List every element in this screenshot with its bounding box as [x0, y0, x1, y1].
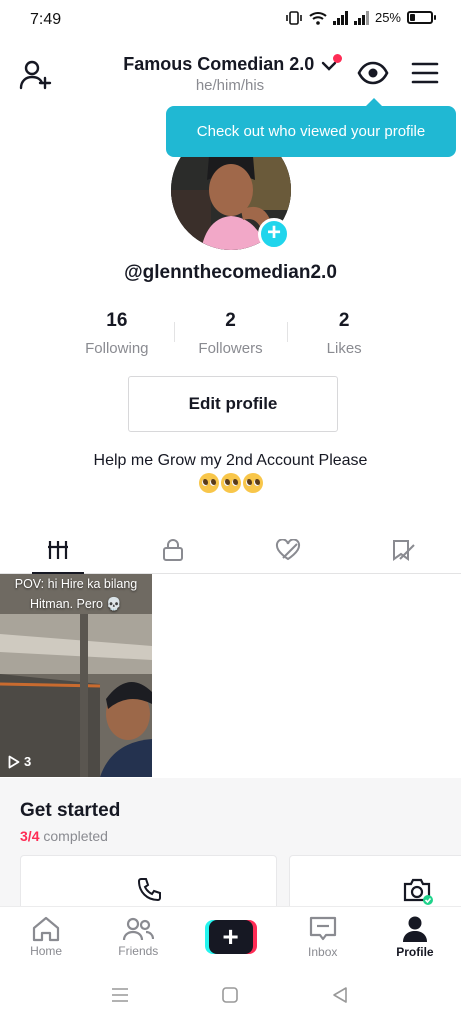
progress-total: 4: [31, 828, 40, 844]
status-time: 7:49: [30, 11, 62, 28]
back-icon[interactable]: [331, 986, 349, 1004]
hidden-bookmark-icon: [393, 539, 416, 561]
video-thumbnail[interactable]: POV: hi Hire ka bilang Hitman. Pero 💀 3: [0, 574, 152, 777]
system-nav-bar: [0, 966, 461, 1024]
get-started-title: Get started: [20, 800, 121, 821]
account-switcher[interactable]: Famous Comedian 2.0 he/him/his: [110, 54, 350, 94]
menu-icon[interactable]: [411, 60, 439, 86]
bio-text: Help me Grow my 2nd Account Please: [93, 452, 368, 469]
progress-done: 3: [20, 828, 28, 844]
inbox-icon: [309, 916, 336, 940]
video-play-count: 3: [8, 754, 31, 769]
profile-stats: 16 Following 2 Followers 2 Likes: [60, 310, 401, 357]
bottom-nav: Home Friends + Inbox Profile: [0, 906, 461, 966]
recents-icon[interactable]: [110, 986, 130, 1004]
camera-icon: [403, 878, 433, 905]
signal-icon-2: [353, 10, 369, 25]
signal-icon: [332, 10, 348, 25]
profile-views-tooltip[interactable]: Check out who viewed your profile: [166, 98, 456, 157]
lock-icon: [162, 538, 183, 561]
tab-videos[interactable]: [0, 526, 115, 574]
bio: Help me Grow my 2nd Account Please: [0, 450, 461, 499]
nav-label: Profile: [396, 944, 434, 959]
profile-header: Famous Comedian 2.0 he/him/his: [0, 48, 461, 108]
pronouns: he/him/his: [195, 77, 265, 94]
add-avatar-button[interactable]: +: [258, 218, 290, 250]
stat-likes[interactable]: 2 Likes: [287, 310, 401, 357]
bio-emoji-row: [198, 473, 263, 493]
nav-profile[interactable]: Profile: [369, 907, 461, 966]
get-started-progress: 3/4 completed: [20, 828, 108, 844]
battery-percent: 25%: [374, 10, 401, 25]
wifi-icon: [309, 11, 327, 25]
status-icons: 25%: [285, 10, 436, 25]
pleading-face-emoji: [242, 473, 263, 493]
profile-tabs: [0, 526, 461, 574]
play-icon: [8, 755, 20, 768]
create-icon[interactable]: +: [204, 919, 257, 954]
phone-icon: [137, 878, 161, 902]
status-bar: 7:49 25%: [0, 0, 461, 40]
progress-suffix: completed: [43, 828, 108, 844]
nav-inbox[interactable]: Inbox: [277, 907, 369, 966]
get-started-section: Get started 3/4 completed: [0, 778, 461, 915]
stat-value: 2: [338, 310, 350, 331]
video-caption: POV: hi Hire ka bilang Hitman. Pero 💀: [0, 574, 152, 614]
grid-icon: [47, 540, 68, 559]
play-count: 3: [24, 754, 32, 769]
caption-line: POV: hi Hire ka bilang: [14, 577, 138, 591]
nav-label: Friends: [118, 943, 159, 958]
profile-icon: [402, 916, 427, 942]
nav-friends[interactable]: Friends: [92, 907, 184, 966]
stat-value: 16: [106, 310, 128, 331]
stat-value: 2: [225, 310, 236, 331]
tab-private[interactable]: [115, 526, 230, 573]
profile-views-eye-icon[interactable]: [357, 60, 389, 86]
battery-icon: [407, 11, 436, 24]
stat-label: Likes: [326, 340, 362, 357]
nav-create[interactable]: +: [184, 907, 276, 966]
notification-dot: [333, 54, 342, 63]
caption-line: Hitman. Pero 💀: [30, 597, 122, 611]
friends-icon: [123, 917, 155, 940]
stat-label: Followers: [198, 340, 263, 357]
home-icon: [32, 916, 60, 941]
nav-label: Inbox: [308, 944, 338, 959]
pleading-face-emoji: [220, 473, 241, 493]
stat-followers[interactable]: 2 Followers: [173, 310, 288, 357]
account-name[interactable]: Famous Comedian 2.0: [123, 54, 314, 74]
tooltip-text: Check out who viewed your profile: [196, 123, 426, 140]
nav-label: Home: [30, 943, 63, 958]
tab-favorites[interactable]: [346, 526, 461, 573]
pleading-face-emoji: [198, 473, 219, 493]
tab-liked[interactable]: [231, 526, 346, 573]
home-button-icon[interactable]: [221, 986, 239, 1004]
nav-home[interactable]: Home: [0, 907, 92, 966]
edit-profile-button[interactable]: Edit profile: [128, 376, 338, 432]
username: @glennthecomedian2.0: [124, 262, 337, 283]
add-friend-icon[interactable]: [18, 58, 52, 92]
stat-following[interactable]: 16 Following: [60, 310, 174, 357]
hidden-heart-icon: [276, 538, 301, 560]
vibrate-icon: [286, 10, 302, 25]
stat-label: Following: [85, 340, 149, 357]
